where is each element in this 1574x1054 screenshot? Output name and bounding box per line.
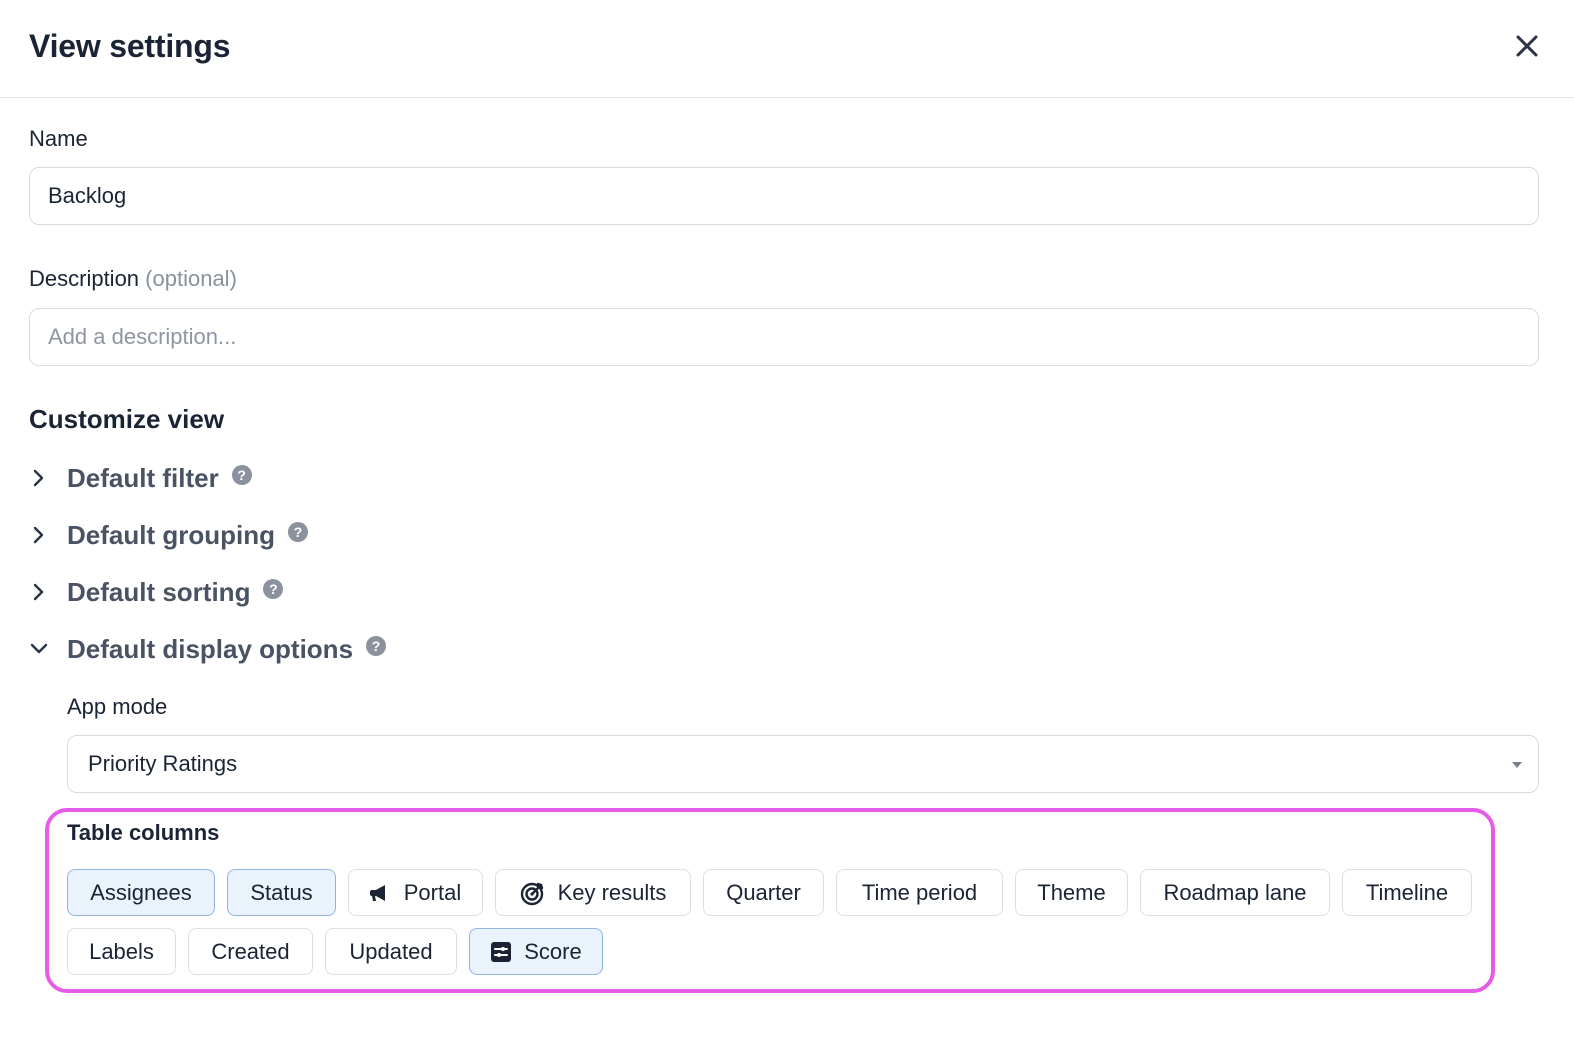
chevron-right-icon — [26, 522, 52, 548]
name-label: Name — [29, 126, 88, 151]
default-display-options-label: Default display options — [67, 633, 354, 664]
default-display-options-toggle[interactable]: Default display options ? — [26, 629, 387, 669]
chevron-down-icon — [26, 636, 52, 662]
default-filter-label: Default filter — [67, 462, 219, 493]
help-icon[interactable]: ? — [366, 636, 387, 656]
description-label-text: Description — [29, 266, 140, 291]
app-mode-label: App mode — [67, 694, 168, 719]
column-chip-roadmap-lane[interactable]: Roadmap lane — [1140, 869, 1330, 916]
chip-label: Portal — [403, 879, 462, 905]
dialog-title: View settings — [29, 28, 231, 64]
chip-label: Created — [211, 938, 290, 964]
default-grouping-toggle[interactable]: Default grouping ? — [26, 515, 308, 555]
chip-label: Key results — [557, 879, 667, 905]
column-chip-score[interactable]: Score — [469, 928, 603, 975]
customize-view-title: Customize view — [29, 404, 225, 434]
column-chip-time-period[interactable]: Time period — [836, 869, 1003, 916]
chevron-right-icon — [26, 465, 52, 491]
chip-label: Roadmap lane — [1163, 879, 1307, 905]
column-chip-theme[interactable]: Theme — [1015, 869, 1128, 916]
app-mode-select[interactable]: Priority Ratings — [67, 735, 1539, 793]
help-icon[interactable]: ? — [263, 579, 284, 599]
chip-label: Score — [524, 938, 582, 964]
chip-label: Quarter — [726, 879, 801, 905]
column-chip-quarter[interactable]: Quarter — [703, 869, 824, 916]
chevron-right-icon — [26, 579, 52, 605]
chip-label: Theme — [1037, 879, 1106, 905]
score-icon — [490, 941, 512, 963]
help-icon[interactable]: ? — [287, 522, 308, 542]
chip-label: Labels — [89, 938, 154, 964]
description-input[interactable] — [29, 308, 1539, 366]
default-grouping-label: Default grouping — [67, 519, 275, 550]
column-chip-assignees[interactable]: Assignees — [67, 869, 215, 916]
name-input[interactable] — [29, 167, 1539, 225]
dialog-header: View settings — [0, 0, 1574, 98]
chip-label: Assignees — [90, 879, 192, 905]
column-chip-updated[interactable]: Updated — [325, 928, 457, 975]
help-icon[interactable]: ? — [231, 465, 252, 485]
megaphone-icon — [369, 883, 392, 903]
chip-label: Updated — [349, 938, 433, 964]
column-chip-portal[interactable]: Portal — [348, 869, 483, 916]
default-sorting-label: Default sorting — [67, 576, 251, 607]
default-sorting-toggle[interactable]: Default sorting ? — [26, 572, 284, 612]
column-chip-labels[interactable]: Labels — [67, 928, 176, 975]
default-filter-toggle[interactable]: Default filter ? — [26, 458, 252, 498]
chip-label: Status — [250, 879, 313, 905]
dropdown-caret-icon — [1512, 762, 1522, 768]
chip-label: Timeline — [1365, 879, 1449, 905]
column-chip-status[interactable]: Status — [227, 869, 336, 916]
chip-label: Time period — [861, 879, 978, 905]
description-label: Description (optional) — [29, 266, 237, 292]
column-chip-created[interactable]: Created — [188, 928, 313, 975]
table-columns-title: Table columns — [67, 820, 220, 845]
column-chip-timeline[interactable]: Timeline — [1342, 869, 1472, 916]
target-icon — [520, 880, 546, 906]
column-chip-key-results[interactable]: Key results — [495, 869, 691, 916]
optional-hint: (optional) — [145, 266, 237, 291]
close-icon[interactable] — [1510, 29, 1544, 63]
app-mode-value: Priority Ratings — [88, 751, 238, 776]
